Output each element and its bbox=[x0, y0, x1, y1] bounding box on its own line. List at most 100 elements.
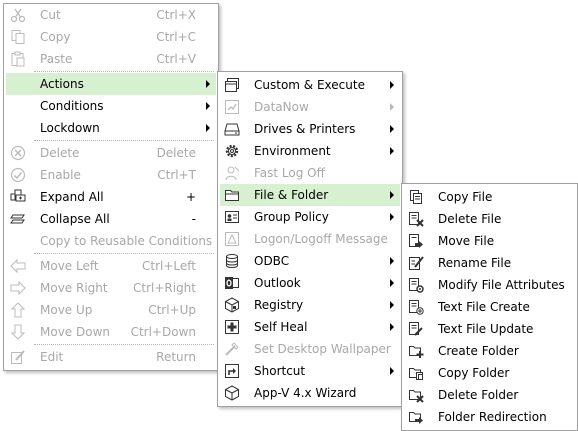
menu-item-conditions[interactable]: Conditions bbox=[6, 95, 216, 117]
menu-item-label: Delete Folder bbox=[438, 388, 519, 402]
menu-item-label: Move Down bbox=[40, 325, 110, 339]
create-folder-icon bbox=[408, 343, 424, 359]
menu-item-outlook[interactable]: Outlook bbox=[220, 272, 400, 294]
edit-icon bbox=[10, 349, 26, 365]
submenu-arrow-icon bbox=[206, 124, 210, 132]
menu-item-logon-logoff-message[interactable]: Logon/Logoff Message bbox=[220, 228, 400, 250]
menu-item-collapse-all[interactable]: Collapse All - bbox=[6, 208, 216, 230]
arrow-up-icon bbox=[10, 302, 26, 318]
move-file-icon bbox=[408, 233, 424, 249]
menu-item-shortcut: Ctrl+Right bbox=[132, 281, 196, 295]
menu-item-odbc[interactable]: ODBC bbox=[220, 250, 400, 272]
menu-item-datanow[interactable]: DataNow bbox=[220, 96, 400, 118]
menu-item-move-down[interactable]: Move Down Ctrl+Down bbox=[6, 321, 216, 343]
menu-item-label: Edit bbox=[40, 350, 64, 364]
main-context-menu: Cut Ctrl+X Copy Ctrl+C Paste Ctrl+V Acti… bbox=[3, 3, 219, 371]
menu-item-move-left[interactable]: Move Left Ctrl+Left bbox=[6, 255, 216, 277]
outlook-icon bbox=[224, 275, 240, 291]
menu-item-group-policy[interactable]: Group Policy bbox=[220, 206, 400, 228]
menu-item-cut[interactable]: Cut Ctrl+X bbox=[6, 4, 216, 26]
menu-separator bbox=[34, 253, 214, 254]
submenu-arrow-icon bbox=[206, 102, 210, 110]
menu-item-label: ODBC bbox=[254, 254, 290, 268]
enable-check-icon bbox=[10, 167, 26, 183]
cube-icon bbox=[224, 385, 240, 401]
menu-item-text-file-update[interactable]: Text File Update bbox=[404, 318, 575, 340]
menu-item-delete-file[interactable]: Delete File bbox=[404, 208, 575, 230]
menu-item-custom-execute[interactable]: Custom & Execute bbox=[220, 74, 400, 96]
menu-item-create-folder[interactable]: Create Folder bbox=[404, 340, 575, 362]
menu-item-rename-file[interactable]: Rename File bbox=[404, 252, 575, 274]
menu-separator bbox=[34, 344, 214, 345]
menu-item-shortcut[interactable]: Shortcut bbox=[220, 360, 400, 382]
expand-all-icon bbox=[10, 189, 26, 205]
menu-item-label: Custom & Execute bbox=[254, 78, 365, 92]
menu-item-delete[interactable]: Delete Delete bbox=[6, 142, 216, 164]
menu-item-copy-folder[interactable]: Copy Folder bbox=[404, 362, 575, 384]
menu-item-copy-to-reusable-conditions[interactable]: Copy to Reusable Conditions bbox=[6, 230, 216, 252]
menu-item-label: Group Policy bbox=[254, 210, 329, 224]
menu-item-lockdown[interactable]: Lockdown bbox=[6, 117, 216, 139]
menu-item-move-up[interactable]: Move Up Ctrl+Up bbox=[6, 299, 216, 321]
arrow-right-icon bbox=[10, 280, 26, 296]
copy-icon bbox=[10, 29, 26, 45]
menu-item-copy-file[interactable]: Copy File bbox=[404, 186, 575, 208]
copy-file-icon bbox=[408, 189, 424, 205]
menu-item-self-heal[interactable]: Self Heal bbox=[220, 316, 400, 338]
menu-item-label: Cut bbox=[40, 8, 61, 22]
menu-item-copy[interactable]: Copy Ctrl+C bbox=[6, 26, 216, 48]
menu-item-label: Enable bbox=[40, 168, 81, 182]
menu-item-enable[interactable]: Enable Ctrl+T bbox=[6, 164, 216, 186]
menu-item-app-v-wizard[interactable]: App-V 4.x Wizard bbox=[220, 382, 400, 404]
menu-item-label: Create Folder bbox=[438, 344, 519, 358]
menu-item-environment[interactable]: Environment bbox=[220, 140, 400, 162]
menu-item-label: Move Right bbox=[40, 281, 108, 295]
menu-item-file-folder[interactable]: File & Folder bbox=[220, 184, 400, 206]
wallpaper-icon bbox=[224, 341, 240, 357]
menu-item-registry[interactable]: Registry bbox=[220, 294, 400, 316]
menu-item-drives-printers[interactable]: Drives & Printers bbox=[220, 118, 400, 140]
menu-item-fast-log-off[interactable]: Fast Log Off bbox=[220, 162, 400, 184]
menu-item-folder-redirection[interactable]: Folder Redirection bbox=[404, 406, 575, 428]
folder-icon bbox=[224, 187, 240, 203]
menu-item-move-right[interactable]: Move Right Ctrl+Right bbox=[6, 277, 216, 299]
menu-item-label: Fast Log Off bbox=[254, 166, 325, 180]
submenu-arrow-icon bbox=[390, 103, 394, 111]
menu-item-label: Registry bbox=[254, 298, 304, 312]
text-file-update-icon bbox=[408, 321, 424, 337]
menu-item-paste[interactable]: Paste Ctrl+V bbox=[6, 48, 216, 70]
menu-item-actions[interactable]: Actions bbox=[6, 73, 216, 95]
menu-item-label: DataNow bbox=[254, 100, 309, 114]
menu-item-delete-folder[interactable]: Delete Folder bbox=[404, 384, 575, 406]
menu-item-shortcut: Ctrl+Down bbox=[130, 325, 196, 339]
menu-item-label: Modify File Attributes bbox=[438, 278, 565, 292]
submenu-arrow-icon bbox=[390, 301, 394, 309]
self-heal-icon bbox=[224, 319, 240, 335]
folder-redirection-icon bbox=[408, 409, 424, 425]
menu-item-move-file[interactable]: Move File bbox=[404, 230, 575, 252]
menu-item-shortcut: Ctrl+Left bbox=[142, 259, 196, 273]
menu-item-label: Delete File bbox=[438, 212, 502, 226]
menu-item-edit[interactable]: Edit Return bbox=[6, 346, 216, 368]
file-folder-submenu: Copy File Delete File Move File Rename F… bbox=[401, 183, 578, 431]
menu-item-label: Drives & Printers bbox=[254, 122, 356, 136]
actions-submenu: Custom & Execute DataNow Drives & Printe… bbox=[217, 71, 403, 407]
menu-item-label: Folder Redirection bbox=[438, 410, 547, 424]
menu-item-shortcut: Ctrl+X bbox=[156, 8, 196, 22]
menu-item-expand-all[interactable]: Expand All + bbox=[6, 186, 216, 208]
menu-item-label: Collapse All bbox=[40, 212, 110, 226]
menu-separator bbox=[34, 71, 214, 72]
menu-item-label: Copy to Reusable Conditions bbox=[40, 234, 213, 248]
menu-item-modify-file-attributes[interactable]: Modify File Attributes bbox=[404, 274, 575, 296]
submenu-arrow-icon bbox=[390, 125, 394, 133]
submenu-arrow-icon bbox=[390, 81, 394, 89]
menu-item-shortcut: Ctrl+Up bbox=[148, 303, 196, 317]
menu-item-label: Outlook bbox=[254, 276, 301, 290]
copy-folder-icon bbox=[408, 365, 424, 381]
paste-icon bbox=[10, 51, 26, 67]
rename-file-icon bbox=[408, 255, 424, 271]
menu-item-text-file-create[interactable]: Text File Create bbox=[404, 296, 575, 318]
menu-item-set-desktop-wallpaper[interactable]: Set Desktop Wallpaper bbox=[220, 338, 400, 360]
menu-item-label: Set Desktop Wallpaper bbox=[254, 342, 391, 356]
arrow-down-icon bbox=[10, 324, 26, 340]
